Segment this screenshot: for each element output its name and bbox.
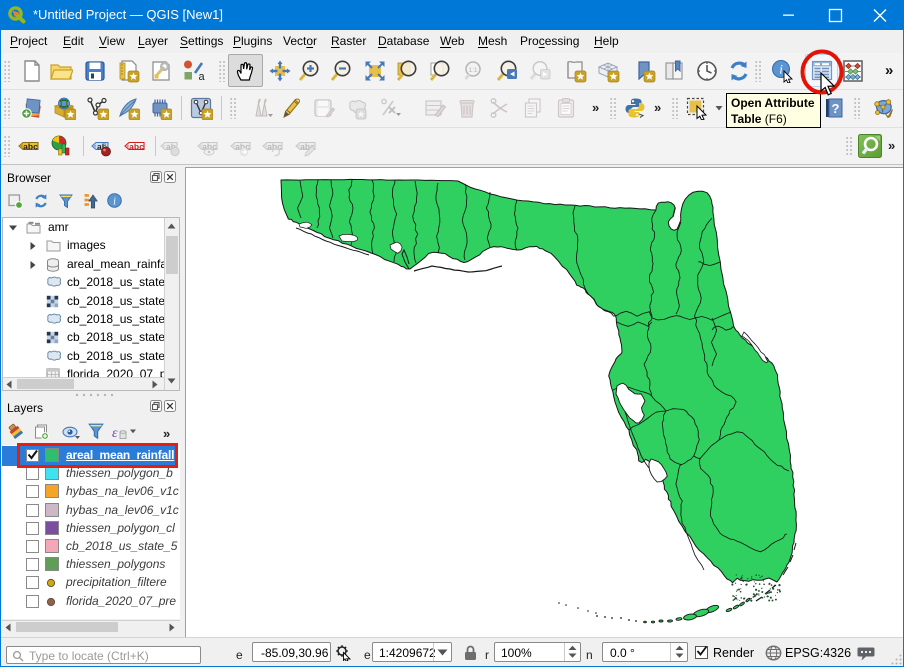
svg-text:a: a: [199, 71, 206, 83]
svg-text:i: i: [779, 62, 783, 77]
svg-text:abc: abc: [129, 142, 144, 152]
svg-text:i: i: [113, 196, 116, 207]
svg-text:abc: abc: [23, 142, 38, 152]
svg-text:1:1: 1:1: [468, 67, 477, 74]
svg-text:ε: ε: [112, 426, 118, 440]
svg-text:?: ?: [832, 101, 840, 116]
